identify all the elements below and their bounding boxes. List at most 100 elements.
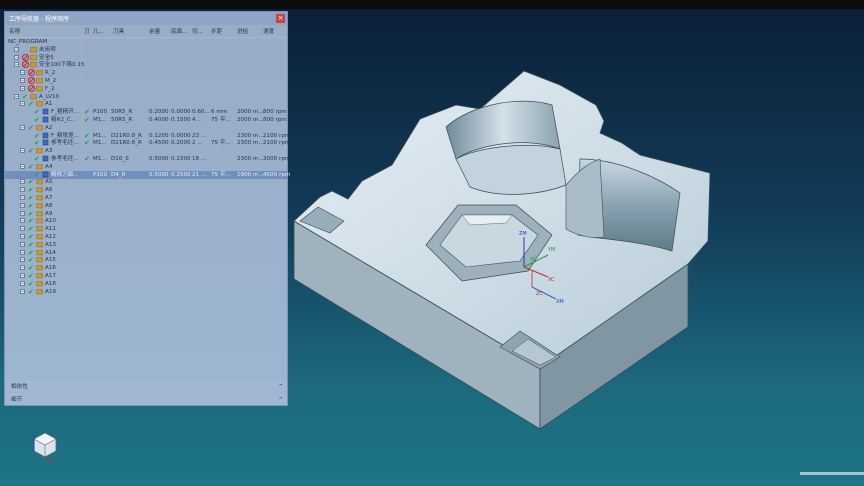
expand-toggle-icon[interactable]: −: [20, 265, 25, 271]
panel-title-bar[interactable]: 工序导航器 - 程序顺序 ×: [5, 12, 287, 25]
tree-row[interactable]: − M_2: [5, 76, 287, 85]
tree-row[interactable]: − ✔ A14: [5, 249, 287, 257]
cell-cut: 23 ...: [192, 132, 207, 139]
check-icon: ✔: [28, 178, 34, 187]
tree-row[interactable]: − ✔ A17: [5, 272, 287, 280]
tree-row[interactable]: − ✔ A12: [5, 233, 287, 241]
expand-toggle-icon[interactable]: −: [20, 241, 25, 247]
tree-row[interactable]: − ✔ A16: [5, 264, 287, 272]
cell-floor: 0.2500: [171, 171, 191, 178]
tree-row[interactable]: − ✔ A19: [5, 288, 287, 296]
col-floor-stock[interactable]: 底面...: [171, 27, 188, 35]
tree-row[interactable]: ✔ 参考毛坯... ✔ M1... D21R0.8_R 0.4500 0.2000 2 ...…: [5, 139, 290, 147]
expand-toggle-icon[interactable]: −: [20, 249, 25, 255]
tree-row[interactable]: ✔ F_粗精开... ✔ P100 50R5_R 0.2000 0.0000 0.60... 6…: [5, 108, 287, 116]
expand-toggle-icon[interactable]: −: [20, 202, 25, 208]
cell-tool: M1...: [93, 117, 107, 123]
dependencies-section[interactable]: 相依性 ^: [5, 381, 287, 391]
tree-row[interactable]: − ✔ A9: [5, 210, 287, 218]
tree-row[interactable]: − ✔ A6: [5, 186, 287, 194]
row-label: 参考毛坯...: [51, 140, 79, 147]
expand-toggle-icon[interactable]: −: [14, 62, 19, 68]
tree-row[interactable]: − ✔ A15: [5, 256, 287, 264]
chevron-up-icon[interactable]: ^: [278, 382, 283, 392]
operation-navigator-panel[interactable]: 工序导航器 - 程序顺序 × 名称 刀 几... 刀具 余量 底面... 切..…: [4, 11, 290, 406]
cell-feed: 2300 m...: [237, 132, 264, 139]
csys-label-zm: ZM: [519, 231, 527, 237]
tree-row[interactable]: − ✔ A2: [5, 124, 287, 132]
col-tool[interactable]: 刀具: [113, 27, 124, 35]
expand-toggle-icon[interactable]: −: [20, 85, 25, 91]
check-icon: ✔: [34, 131, 40, 140]
tree-row[interactable]: − ✔ A3: [5, 147, 287, 155]
tree-row[interactable]: − R_2: [5, 69, 287, 77]
expand-toggle-icon[interactable]: −: [14, 93, 19, 99]
expand-toggle-icon[interactable]: −: [14, 46, 19, 52]
col-name[interactable]: 名称: [9, 27, 20, 35]
tree-row[interactable]: − ✔ A1: [5, 100, 287, 108]
orientation-cube-icon[interactable]: [32, 431, 58, 463]
expand-toggle-icon[interactable]: −: [20, 218, 25, 224]
tree-row[interactable]: − ✔ A_LV10: [5, 93, 287, 101]
col-geometry[interactable]: 几...: [93, 27, 104, 35]
expand-toggle-icon[interactable]: −: [20, 210, 25, 216]
expand-toggle-icon[interactable]: −: [20, 234, 25, 239]
cell-geom: D10_S: [111, 156, 129, 162]
cell-feed: 2300 m...: [237, 140, 264, 147]
row-label: 精R2_C...: [51, 117, 77, 123]
col-cut-depth[interactable]: 切...: [192, 27, 203, 35]
tree-row[interactable]: ✔ F_精铣差... ✔ M1... D21R0.8_R 0.1200 0.0000 23 .…: [5, 131, 290, 140]
close-icon[interactable]: ×: [276, 14, 285, 23]
tree-row[interactable]: ✔ 精修刀面... P100 D4_R 0.5000 0.2500 21 ... 75 平..…: [5, 170, 290, 179]
operation-tree[interactable]: NC_PROGRAM − 未用项 − 安全5 − 安全100下降0.15 − R_2 − M_2 − F…: [5, 38, 290, 358]
expand-toggle-icon[interactable]: −: [20, 273, 25, 278]
col-stepover[interactable]: 步距: [211, 27, 222, 35]
expand-toggle-icon[interactable]: −: [20, 179, 25, 185]
cell-step: 75 平...: [211, 171, 231, 178]
tree-row[interactable]: − ✔ A4: [5, 163, 287, 171]
tree-row[interactable]: − ✔ A13: [5, 241, 287, 249]
tree-row[interactable]: NC_PROGRAM: [5, 38, 287, 46]
chevron-up-icon[interactable]: ^: [278, 395, 283, 405]
col-feed[interactable]: 进给: [237, 27, 248, 35]
col-stock[interactable]: 余量: [149, 27, 160, 35]
expand-toggle-icon[interactable]: −: [20, 78, 25, 83]
tree-row[interactable]: − ✔ A10: [5, 217, 287, 225]
expand-toggle-icon[interactable]: −: [20, 288, 25, 294]
row-label: A16: [45, 265, 56, 272]
tree-row[interactable]: ✔ 精R2_C... ✔ M1... 50R5_R 0.4000 0.1500 4... 75 …: [5, 116, 287, 124]
tree-row[interactable]: − ✔ A11: [5, 225, 287, 233]
folder-icon: [30, 93, 37, 100]
blocked-icon: [21, 61, 30, 69]
cell-floor: 0.0000: [171, 109, 191, 116]
expand-toggle-icon[interactable]: −: [20, 195, 25, 200]
expand-toggle-icon[interactable]: −: [20, 226, 25, 232]
expand-toggle-icon[interactable]: −: [20, 187, 25, 193]
tree-row[interactable]: − 安全100下降0.15: [5, 61, 287, 69]
details-section[interactable]: 细节 ^: [5, 394, 287, 404]
cell-stock: 0.5000: [149, 171, 169, 178]
col-tool-path[interactable]: 刀: [84, 27, 90, 35]
expand-toggle-icon[interactable]: −: [20, 163, 25, 169]
expand-toggle-icon[interactable]: −: [20, 148, 25, 154]
tree-row[interactable]: ✔ 参考毛坯... ✔ M1... D10_S 0.5000 0.2300 18 ... 230…: [5, 155, 290, 163]
tree-row[interactable]: − F_2: [5, 84, 287, 93]
check-icon: ✔: [28, 256, 34, 265]
cell-cut: 4...: [192, 117, 201, 123]
tree-row[interactable]: − 安全5: [5, 53, 287, 62]
tree-row[interactable]: − ✔ A18: [5, 280, 287, 288]
expand-toggle-icon[interactable]: −: [20, 124, 25, 130]
expand-toggle-icon[interactable]: −: [20, 280, 25, 286]
cell-tool: M1...: [93, 156, 107, 162]
expand-toggle-icon[interactable]: −: [14, 54, 19, 60]
expand-toggle-icon[interactable]: −: [20, 257, 25, 263]
tree-row[interactable]: − 未用项: [5, 46, 287, 54]
cell-step: 75 平...: [211, 117, 231, 123]
tree-row[interactable]: − ✔ A8: [5, 202, 287, 210]
tree-row[interactable]: − ✔ A7: [5, 194, 287, 202]
expand-toggle-icon[interactable]: −: [20, 70, 25, 76]
tree-row[interactable]: − ✔ A5: [5, 178, 287, 186]
cell-stock: 0.4000: [149, 117, 169, 123]
col-speed[interactable]: 速度: [263, 27, 274, 35]
expand-toggle-icon[interactable]: −: [20, 101, 25, 107]
